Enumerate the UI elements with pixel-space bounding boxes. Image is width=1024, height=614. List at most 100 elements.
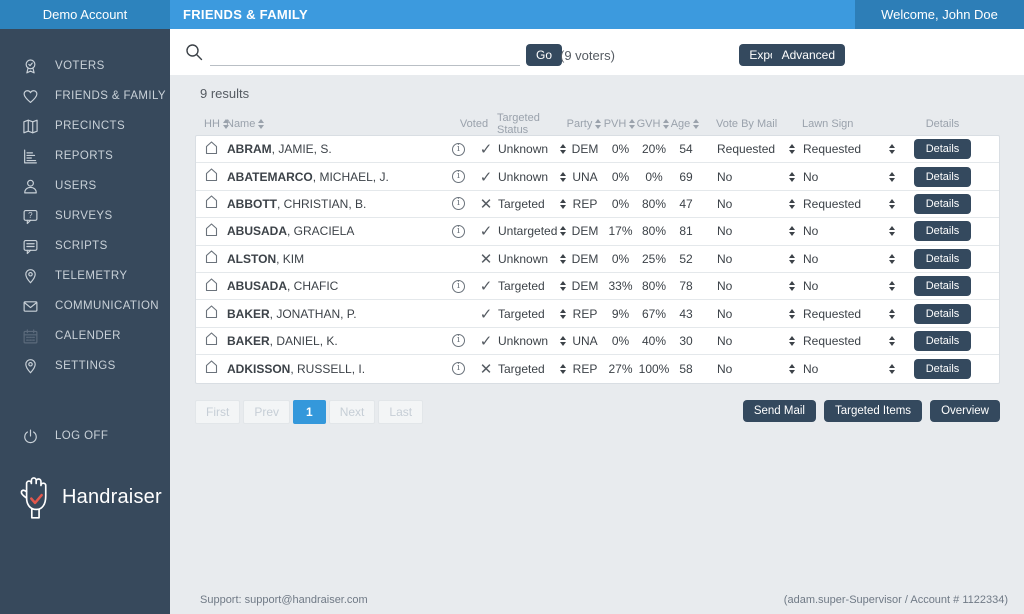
send-mail-button[interactable]: Send Mail <box>743 400 816 422</box>
sidebar-item-telemetry[interactable]: TELEMETRY <box>0 261 170 291</box>
details-button[interactable]: Details <box>914 249 972 269</box>
gvh-value: 80% <box>637 224 671 238</box>
page-title: FRIENDS & FAMILY <box>170 7 308 22</box>
details-button[interactable]: Details <box>914 359 972 379</box>
info-icon[interactable]: i <box>452 197 465 210</box>
results-count: 9 results <box>200 86 249 101</box>
vote-by-mail-select[interactable]: No <box>717 307 795 321</box>
sidebar-item-friends-family[interactable]: FRIENDS & FAMILY <box>0 81 170 111</box>
vote-by-mail-select[interactable]: No <box>717 279 795 293</box>
first-page-button[interactable]: First <box>195 400 240 424</box>
col-name[interactable]: Name <box>226 118 451 130</box>
col-vote-by-mail: Vote By Mail <box>716 118 794 130</box>
lawn-sign-select[interactable]: No <box>803 279 895 293</box>
sidebar-item-voters[interactable]: VOTERS <box>0 51 170 81</box>
vote-by-mail-select[interactable]: No <box>717 252 795 266</box>
vote-by-mail-select[interactable]: No <box>717 334 795 348</box>
sidebar-item-surveys[interactable]: ?SURVEYS <box>0 201 170 231</box>
vote-by-mail-select[interactable]: Requested <box>717 142 795 156</box>
search-input[interactable] <box>210 44 520 66</box>
col-age[interactable]: Age <box>670 118 700 130</box>
info-icon[interactable]: i <box>452 334 465 347</box>
targeted-status-select[interactable]: Unknown <box>498 170 566 184</box>
targeted-status-select[interactable]: Unknown <box>498 252 566 266</box>
sidebar-item-precincts[interactable]: PRECINCTS <box>0 111 170 141</box>
details-button[interactable]: Details <box>914 167 972 187</box>
household-icon[interactable] <box>205 250 227 267</box>
party-value: DEM <box>566 142 604 156</box>
vote-by-mail-select[interactable]: No <box>717 170 795 184</box>
household-icon[interactable] <box>205 332 227 349</box>
info-icon[interactable]: i <box>452 170 465 183</box>
col-hh[interactable]: HH <box>204 118 226 130</box>
account-header: Demo Account <box>0 0 170 29</box>
household-icon[interactable] <box>205 141 227 158</box>
lawn-sign-select[interactable]: Requested <box>803 334 895 348</box>
pvh-value: 0% <box>604 252 637 266</box>
vote-by-mail-select[interactable]: No <box>717 224 795 238</box>
targeted-status-select[interactable]: Targeted <box>498 197 566 211</box>
pvh-value: 0% <box>604 197 637 211</box>
vote-by-mail-select[interactable]: No <box>717 197 795 211</box>
lawn-sign-select[interactable]: No <box>803 224 895 238</box>
details-button[interactable]: Details <box>914 221 972 241</box>
envelope-icon <box>22 298 39 315</box>
details-button[interactable]: Details <box>914 331 972 351</box>
targeted-items-button[interactable]: Targeted Items <box>824 400 922 422</box>
details-button[interactable]: Details <box>914 194 972 214</box>
info-icon[interactable]: i <box>452 362 465 375</box>
household-icon[interactable] <box>205 360 227 377</box>
lawn-sign-select[interactable]: No <box>803 362 895 376</box>
details-button[interactable]: Details <box>914 139 972 159</box>
col-pvh[interactable]: PVH <box>603 118 636 130</box>
targeted-status-select[interactable]: Untargeted <box>498 224 566 238</box>
voters-count: (9 voters) <box>560 48 615 63</box>
welcome-area[interactable]: Welcome, John Doe <box>855 0 1024 29</box>
targeted-status-select[interactable]: Unknown <box>498 142 566 156</box>
sidebar-item-calender[interactable]: CALENDER <box>0 321 170 351</box>
vote-by-mail-select[interactable]: No <box>717 362 795 376</box>
household-icon[interactable] <box>205 278 227 295</box>
advanced-button[interactable]: Advanced <box>772 44 845 66</box>
household-icon[interactable] <box>205 168 227 185</box>
sidebar-item-reports[interactable]: REPORTS <box>0 141 170 171</box>
overview-button[interactable]: Overview <box>930 400 1000 422</box>
prev-page-button[interactable]: Prev <box>243 400 290 424</box>
sidebar-item-logoff[interactable]: LOG OFF <box>0 421 170 451</box>
details-button[interactable]: Details <box>914 304 972 324</box>
sidebar-item-settings[interactable]: SETTINGS <box>0 351 170 381</box>
page-1-button[interactable]: 1 <box>293 400 326 424</box>
map-icon <box>22 118 39 135</box>
targeted-status-select[interactable]: Targeted <box>498 307 566 321</box>
col-party[interactable]: Party <box>565 118 603 130</box>
household-icon[interactable] <box>205 195 227 212</box>
age-value: 30 <box>671 334 701 348</box>
household-icon[interactable] <box>205 223 227 240</box>
lawn-sign-select[interactable]: No <box>803 170 895 184</box>
lawn-sign-select[interactable]: No <box>803 252 895 266</box>
info-icon[interactable]: i <box>452 280 465 293</box>
col-details: Details <box>894 118 991 130</box>
details-button[interactable]: Details <box>914 276 972 296</box>
targeted-status-select[interactable]: Unknown <box>498 334 566 348</box>
table-row: ABUSADA, GRACIELA i ✓ Untargeted DEM 17%… <box>196 218 999 245</box>
targeted-status-select[interactable]: Targeted <box>498 279 566 293</box>
voted-mark: ✓ <box>474 305 498 323</box>
go-button[interactable]: Go <box>526 44 562 66</box>
info-icon[interactable]: i <box>452 225 465 238</box>
lawn-sign-select[interactable]: Requested <box>803 197 895 211</box>
info-icon[interactable]: i <box>452 143 465 156</box>
pvh-value: 33% <box>604 279 637 293</box>
household-icon[interactable] <box>205 305 227 322</box>
logoff-container: LOG OFF <box>0 421 170 451</box>
sidebar-item-scripts[interactable]: SCRIPTS <box>0 231 170 261</box>
lawn-sign-select[interactable]: Requested <box>803 307 895 321</box>
last-page-button[interactable]: Last <box>378 400 423 424</box>
col-gvh[interactable]: GVH <box>636 118 670 130</box>
targeted-status-select[interactable]: Targeted <box>498 362 566 376</box>
gvh-value: 67% <box>637 307 671 321</box>
next-page-button[interactable]: Next <box>329 400 376 424</box>
sidebar-item-users[interactable]: USERS <box>0 171 170 201</box>
lawn-sign-select[interactable]: Requested <box>803 142 895 156</box>
sidebar-item-communication[interactable]: COMMUNICATION <box>0 291 170 321</box>
